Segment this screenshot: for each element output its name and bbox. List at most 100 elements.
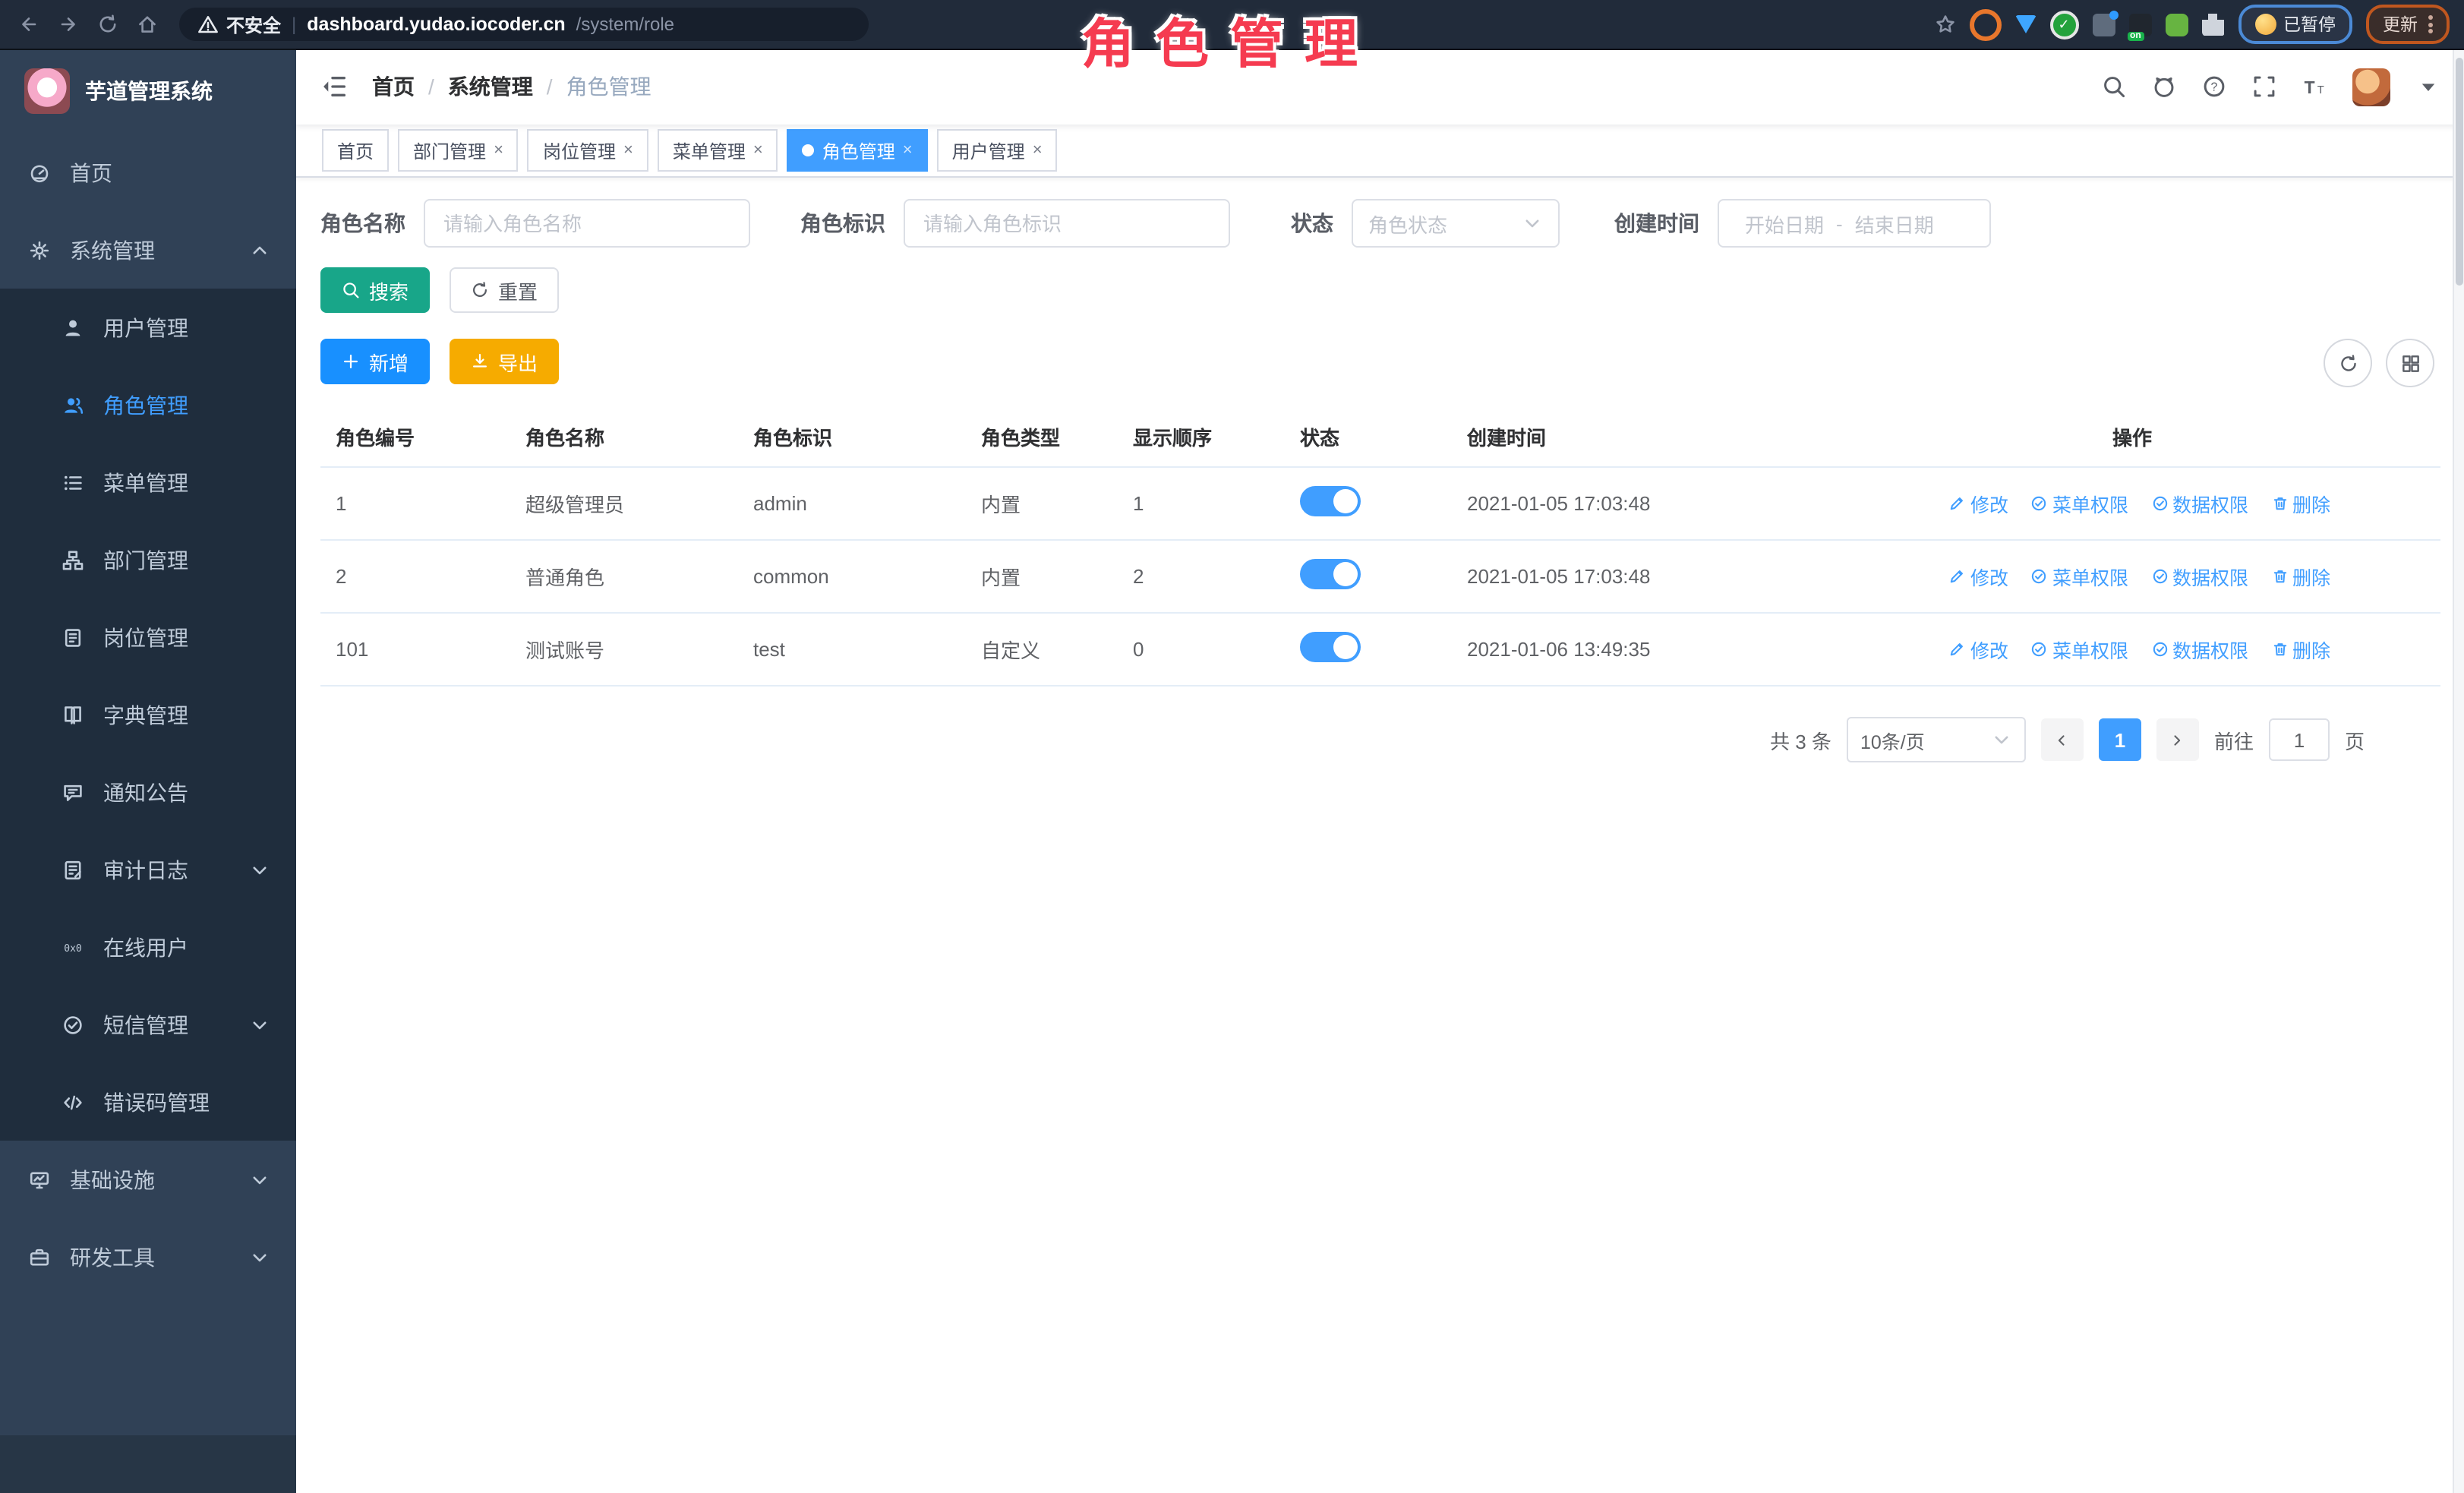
next-page-button[interactable] bbox=[2156, 718, 2199, 761]
cell-role-type: 内置 bbox=[966, 562, 1118, 591]
caret-down-icon[interactable] bbox=[2416, 74, 2440, 99]
tab-首页[interactable]: 首页 bbox=[322, 129, 389, 172]
table-refresh-button[interactable] bbox=[2324, 339, 2372, 387]
address-bar[interactable]: 不安全 | dashboard.yudao.iocoder.cn /system… bbox=[179, 8, 869, 41]
close-icon[interactable]: × bbox=[1033, 141, 1043, 159]
security-status[interactable]: 不安全 bbox=[197, 11, 281, 37]
edit-link[interactable]: 修改 bbox=[1949, 489, 2008, 518]
extension-icon[interactable] bbox=[2165, 13, 2188, 36]
bookmark-star-icon[interactable] bbox=[1934, 14, 1955, 35]
tab-岗位管理[interactable]: 岗位管理× bbox=[528, 129, 648, 172]
delete-link[interactable]: 删除 bbox=[2271, 635, 2330, 664]
search-button[interactable]: 搜索 bbox=[320, 267, 430, 313]
action-label: 删除 bbox=[2292, 489, 2330, 518]
prev-page-button[interactable] bbox=[2041, 718, 2084, 761]
menu-permission-link[interactable]: 菜单权限 bbox=[2031, 562, 2128, 591]
total-count: 共 3 条 bbox=[1770, 725, 1831, 754]
breadcrumb-separator: / bbox=[547, 74, 553, 99]
fullscreen-icon[interactable] bbox=[2252, 74, 2276, 99]
edit-link[interactable]: 修改 bbox=[1949, 562, 2008, 591]
role-key-input[interactable] bbox=[904, 199, 1230, 248]
sidebar-item-online[interactable]: 0x0在线用户 bbox=[0, 908, 296, 986]
edit-link[interactable]: 修改 bbox=[1949, 635, 2008, 664]
role-name-input[interactable] bbox=[424, 199, 750, 248]
sidebar-item-role[interactable]: 角色管理 bbox=[0, 366, 296, 443]
scrollbar-thumb[interactable] bbox=[2456, 58, 2463, 286]
close-icon[interactable]: × bbox=[753, 141, 763, 159]
gear-icon bbox=[27, 239, 52, 260]
user-avatar[interactable] bbox=[2352, 68, 2390, 106]
sidebar-item-infra[interactable]: 基础设施 bbox=[0, 1141, 296, 1218]
browser-forward-icon[interactable] bbox=[58, 14, 79, 35]
page-size-select[interactable]: 10条/页 bbox=[1847, 717, 2026, 762]
status-toggle[interactable] bbox=[1300, 486, 1361, 516]
extension-icon[interactable] bbox=[1969, 8, 2001, 40]
breadcrumb-item[interactable]: 系统管理 bbox=[448, 71, 533, 102]
add-button[interactable]: 新增 bbox=[320, 339, 430, 384]
sidebar-item-user[interactable]: 用户管理 bbox=[0, 289, 296, 366]
tab-部门管理[interactable]: 部门管理× bbox=[398, 129, 519, 172]
status-toggle[interactable] bbox=[1300, 632, 1361, 662]
extension-icon[interactable]: ✓ bbox=[2049, 10, 2078, 39]
tab-菜单管理[interactable]: 菜单管理× bbox=[658, 129, 778, 172]
extension-icon[interactable] bbox=[2014, 15, 2036, 33]
close-icon[interactable]: × bbox=[903, 141, 913, 159]
search-icon[interactable] bbox=[2102, 74, 2126, 99]
sidebar-item-code[interactable]: 错误码管理 bbox=[0, 1063, 296, 1141]
goto-page-input[interactable] bbox=[2269, 718, 2330, 761]
sidebar-item-gear[interactable]: 系统管理 bbox=[0, 211, 296, 289]
data-permission-link[interactable]: 数据权限 bbox=[2151, 562, 2248, 591]
extension-icon[interactable] bbox=[2092, 13, 2115, 36]
sidebar-item-tools[interactable]: 研发工具 bbox=[0, 1218, 296, 1296]
sidebar-item-log[interactable]: 审计日志 bbox=[0, 831, 296, 908]
sidebar-item-post[interactable]: 岗位管理 bbox=[0, 598, 296, 676]
breadcrumb-item[interactable]: 首页 bbox=[372, 71, 415, 102]
status-select[interactable]: 角色状态 bbox=[1352, 199, 1560, 248]
sidebar-item-dashboard[interactable]: 首页 bbox=[0, 134, 296, 211]
page-number-1[interactable]: 1 bbox=[2099, 718, 2141, 761]
sidebar-item-notice[interactable]: 通知公告 bbox=[0, 753, 296, 831]
update-button[interactable]: 更新 bbox=[2366, 5, 2450, 44]
menu-fold-icon[interactable] bbox=[320, 73, 348, 100]
data-permission-link[interactable]: 数据权限 bbox=[2151, 489, 2248, 518]
sidebar-item-tree[interactable]: 部门管理 bbox=[0, 521, 296, 598]
delete-link[interactable]: 删除 bbox=[2271, 489, 2330, 518]
help-icon[interactable]: ? bbox=[2202, 74, 2226, 99]
window-scrollbar[interactable] bbox=[2453, 49, 2464, 1493]
sidebar-item-sms[interactable]: 短信管理 bbox=[0, 986, 296, 1063]
menu-permission-link[interactable]: 菜单权限 bbox=[2031, 635, 2128, 664]
cell-actions: 修改菜单权限数据权限删除 bbox=[1824, 635, 2440, 664]
svg-text:?: ? bbox=[2211, 80, 2218, 93]
extension-icon[interactable] bbox=[2128, 13, 2151, 36]
data-permission-link[interactable]: 数据权限 bbox=[2151, 635, 2248, 664]
tab-角色管理[interactable]: 角色管理× bbox=[787, 129, 928, 172]
browser-back-icon[interactable] bbox=[18, 14, 39, 35]
trash-icon bbox=[2271, 641, 2288, 658]
browser-menu-icon[interactable] bbox=[2428, 13, 2433, 36]
sidebar-item-menu[interactable]: 菜单管理 bbox=[0, 443, 296, 521]
close-icon[interactable]: × bbox=[494, 141, 503, 159]
extensions-puzzle-icon[interactable] bbox=[2201, 13, 2224, 36]
export-button[interactable]: 导出 bbox=[450, 339, 559, 384]
security-label: 不安全 bbox=[226, 11, 281, 37]
tab-用户管理[interactable]: 用户管理× bbox=[937, 129, 1058, 172]
browser-home-icon[interactable] bbox=[137, 14, 158, 35]
app-logo[interactable]: 芋道管理系统 bbox=[0, 49, 296, 134]
browser-reload-icon[interactable] bbox=[97, 14, 118, 35]
warning-icon bbox=[197, 14, 219, 35]
cell-role-key: test bbox=[738, 638, 966, 661]
font-size-icon[interactable]: TT bbox=[2302, 74, 2327, 99]
active-dot-icon bbox=[803, 144, 815, 156]
menu-permission-link[interactable]: 菜单权限 bbox=[2031, 489, 2128, 518]
close-icon[interactable]: × bbox=[623, 141, 633, 159]
action-label: 菜单权限 bbox=[2052, 489, 2128, 518]
chevron-up-icon bbox=[248, 239, 272, 260]
reset-button[interactable]: 重置 bbox=[450, 267, 559, 313]
delete-link[interactable]: 删除 bbox=[2271, 562, 2330, 591]
create-time-range-picker[interactable]: 开始日期 - 结束日期 bbox=[1718, 199, 1991, 248]
sidebar-item-dict[interactable]: 字典管理 bbox=[0, 676, 296, 753]
column-settings-button[interactable] bbox=[2386, 339, 2434, 387]
profile-paused-chip[interactable]: 已暂停 bbox=[2238, 5, 2352, 44]
status-toggle[interactable] bbox=[1300, 559, 1361, 589]
github-icon[interactable] bbox=[2152, 74, 2176, 99]
